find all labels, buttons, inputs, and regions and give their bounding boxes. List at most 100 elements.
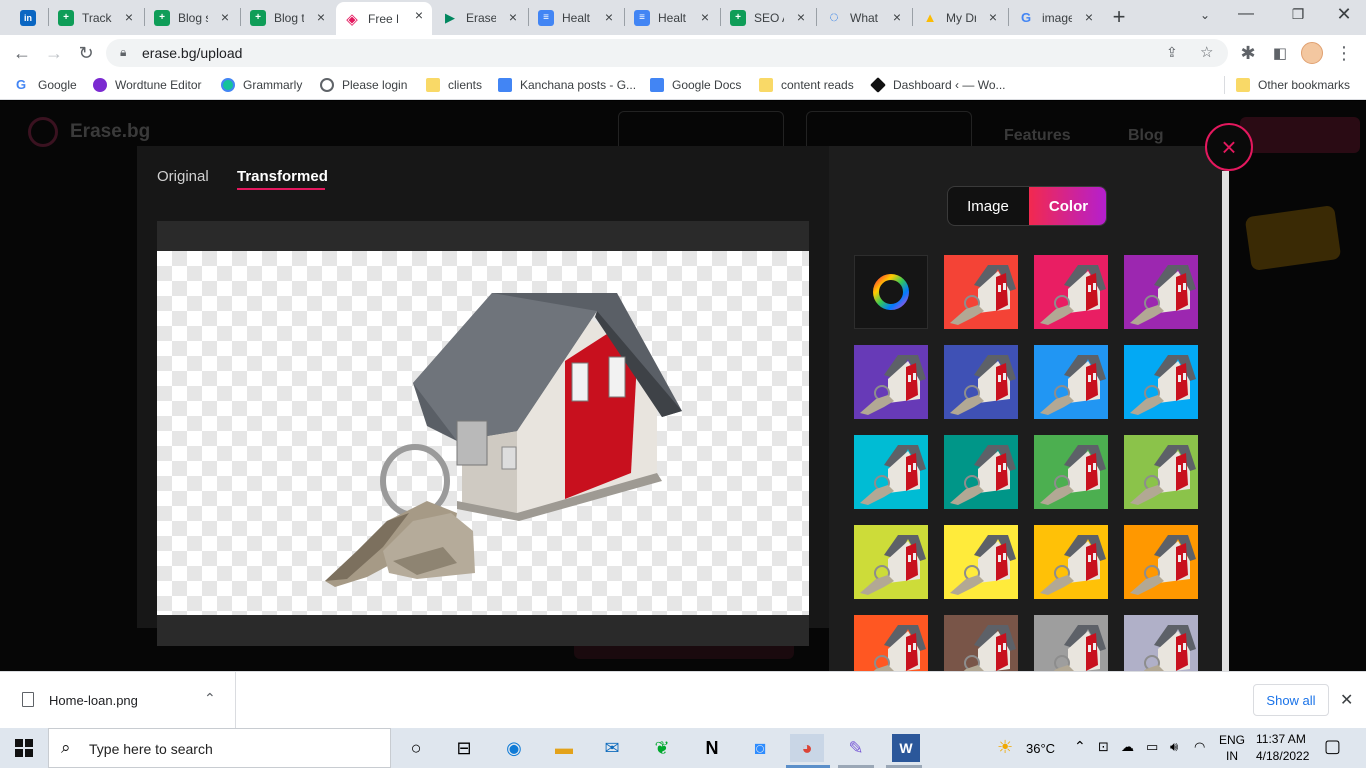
close-modal-button[interactable]: × [1205,123,1253,171]
tab-transformed[interactable]: Transformed [237,168,328,185]
toggle-image[interactable]: Image [948,187,1028,225]
clock-time[interactable]: 11:37 AM [1256,732,1306,746]
color-swatch[interactable] [944,255,1018,329]
onedrive-icon[interactable]: ☁ [1121,739,1134,755]
battery-icon[interactable]: ▭ [1146,739,1158,755]
color-swatch[interactable] [1124,525,1198,599]
tab-blog-schedule[interactable]: + Blog s × [146,4,238,31]
notifications-icon[interactable]: ▢ [1324,736,1341,757]
color-swatch[interactable] [1124,255,1198,329]
close-window-button[interactable]: ✕ [1334,4,1354,24]
close-tab-icon[interactable]: × [122,10,136,24]
minimize-button[interactable]: — [1236,5,1256,25]
bookmark-clients[interactable]: clients [426,76,482,94]
tab-health-2[interactable]: ≡ Healt × [626,4,718,31]
back-button[interactable]: ← [8,39,36,67]
toggle-color[interactable]: Color [1029,187,1106,225]
windows-start-icon[interactable] [10,734,38,762]
edge-icon[interactable]: ◉ [500,734,528,762]
bookmark-content-reads[interactable]: content reads [759,76,854,94]
mail-icon[interactable]: ✉ [598,734,626,762]
zoom-icon[interactable]: ◙ [746,734,774,762]
tab-health-1[interactable]: ≡ Healt × [530,4,622,31]
side-panel-icon[interactable]: ◧ [1266,39,1294,67]
bookmark-google[interactable]: G Google [16,76,77,94]
close-tab-icon[interactable]: × [314,10,328,24]
color-swatch[interactable] [1034,615,1108,671]
tab-seo[interactable]: + SEO A × [722,4,814,31]
show-all-button[interactable]: Show all [1253,684,1329,716]
tab-images[interactable]: G image × [1010,4,1102,31]
language-indicator[interactable]: ENG [1219,733,1245,747]
wifi-icon[interactable]: ◠ [1194,739,1205,755]
bookmark-kanchana-posts[interactable]: Kanchana posts - G... [498,76,636,94]
color-swatch[interactable] [854,435,928,509]
color-picker-swatch[interactable] [854,255,928,329]
share-icon[interactable]: ⇪ [1166,44,1178,61]
chevron-up-icon[interactable]: ⌃ [204,690,216,707]
weather-temp[interactable]: 36°C [1026,741,1055,756]
color-swatch[interactable] [854,525,928,599]
close-tab-icon[interactable]: × [1082,10,1096,24]
clock-date[interactable]: 4/18/2022 [1256,749,1309,763]
color-swatch[interactable] [1124,345,1198,419]
other-bookmarks[interactable]: Other bookmarks [1236,76,1350,94]
bookmark-wordtune[interactable]: Wordtune Editor [93,76,202,94]
chrome-icon[interactable]: ◕ [790,734,824,762]
bookmark-dashboard[interactable]: Dashboard ‹ — Wo... [870,76,1006,94]
tab-erase-bg-active[interactable]: ◈ Free B × [336,2,432,35]
color-swatch[interactable] [1124,615,1198,671]
nav-features[interactable]: Features [1004,127,1071,145]
tab-whatsapp[interactable]: ◌ What × [818,4,910,31]
color-swatch[interactable] [1034,255,1108,329]
color-swatch[interactable] [1034,435,1108,509]
task-view-icon[interactable]: ⊟ [450,734,478,762]
address-bar[interactable]: 🔒︎ erase.bg/upload ⇪ ☆ [106,39,1228,67]
tab-blog-topics[interactable]: + Blog t × [242,4,334,31]
tab-linkedin[interactable]: in [12,4,46,31]
forward-button[interactable]: → [40,39,68,67]
word-icon[interactable]: W [892,734,920,762]
close-tab-icon[interactable]: × [602,10,616,24]
color-swatch[interactable] [944,435,1018,509]
close-tab-icon[interactable]: × [218,10,232,24]
tab-search-icon[interactable]: ⌄ [1196,8,1214,26]
color-swatch[interactable] [944,615,1018,671]
region-indicator[interactable]: IN [1226,749,1238,763]
close-tab-icon[interactable]: × [412,8,426,22]
nav-blog[interactable]: Blog [1128,127,1164,145]
color-swatch[interactable] [854,615,928,671]
profile-avatar[interactable] [1301,42,1323,64]
meet-icon[interactable]: ⊡ [1098,739,1109,755]
download-item[interactable]: Home-loan.png ⌃ [0,672,236,728]
close-tab-icon[interactable]: × [794,10,808,24]
bookmark-star-icon[interactable]: ☆ [1200,43,1213,61]
upload-image-button-dimmed[interactable] [1240,117,1360,153]
tab-tracker[interactable]: + Tracke × [50,4,142,31]
close-tab-icon[interactable]: × [890,10,904,24]
color-swatch[interactable] [1034,525,1108,599]
color-swatch[interactable] [854,345,928,419]
extensions-puzzle-icon[interactable]: ✱ [1234,39,1262,67]
bookmark-grammarly[interactable]: Grammarly [221,76,302,94]
color-swatch[interactable] [944,345,1018,419]
chrome-menu-icon[interactable]: ⋮ [1330,39,1358,67]
evernote-icon[interactable]: ❦ [648,734,676,762]
weather-icon[interactable]: ☀ [997,737,1013,758]
volume-icon[interactable]: 🔊︎ [1170,739,1178,755]
paint-icon[interactable]: ✎ [842,734,870,762]
new-tab-button[interactable]: + [1108,6,1130,28]
color-swatch[interactable] [1124,435,1198,509]
close-tab-icon[interactable]: × [986,10,1000,24]
color-swatch[interactable] [944,525,1018,599]
close-tab-icon[interactable]: × [698,10,712,24]
reload-button[interactable]: ↻ [72,39,100,67]
color-swatch[interactable] [1034,345,1108,419]
cortana-icon[interactable]: ○ [402,734,430,762]
tab-play-store[interactable]: ▶ Erase × [434,4,526,31]
notion-icon[interactable]: N [698,734,726,762]
file-explorer-icon[interactable]: ▬ [550,734,578,762]
close-tab-icon[interactable]: × [506,10,520,24]
tab-my-drive[interactable]: ▲ My Dr × [914,4,1006,31]
close-download-bar-icon[interactable]: ✕ [1340,690,1353,710]
